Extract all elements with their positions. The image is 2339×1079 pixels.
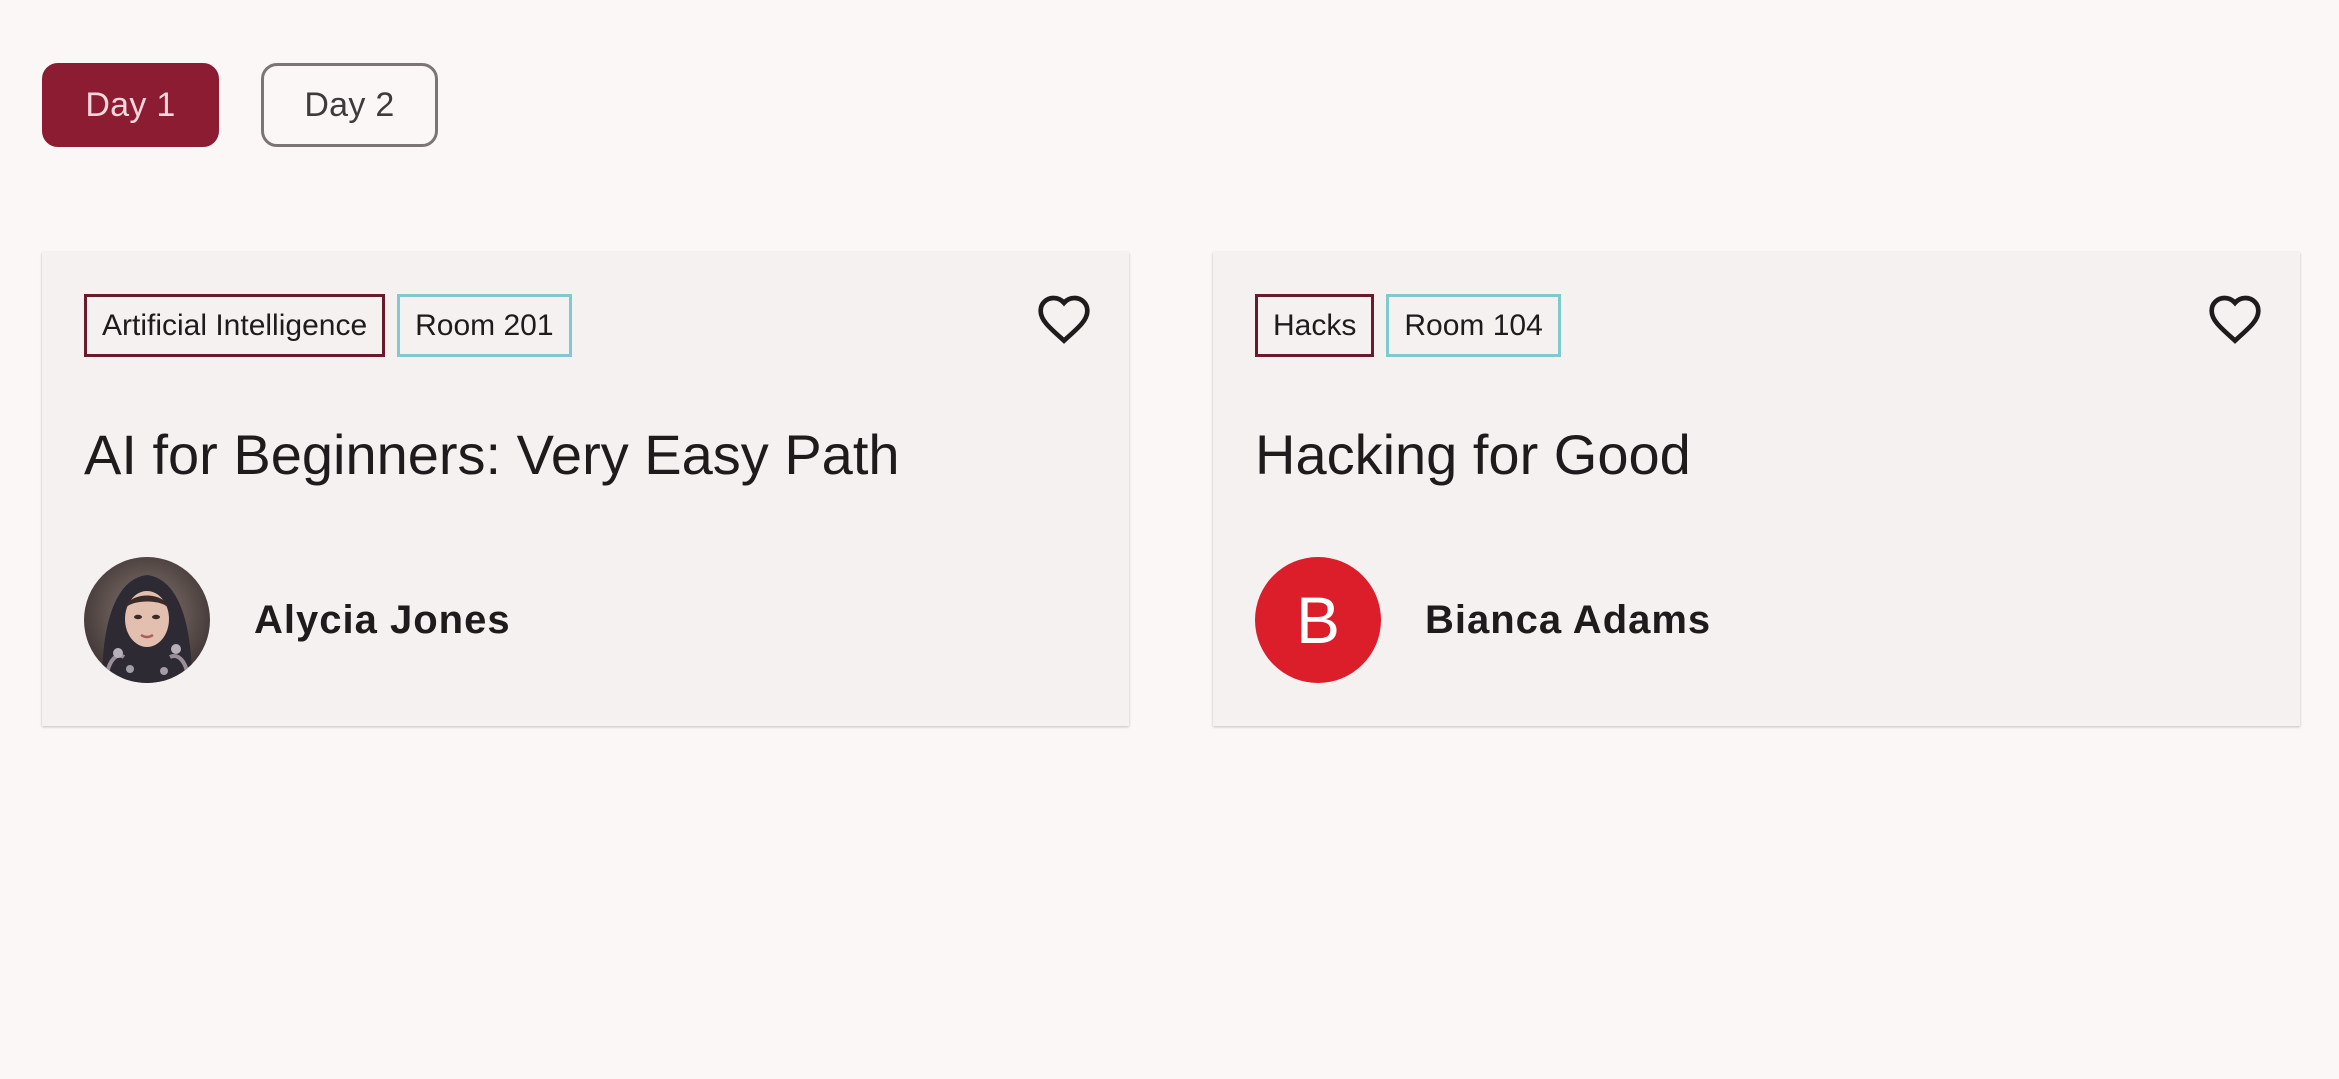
session-title: AI for Beginners: Very Easy Path [84,423,900,486]
room-tag: Room 104 [1386,294,1561,357]
session-list: Artificial Intelligence Room 201 AI for … [42,252,2300,726]
topic-tag: Hacks [1255,294,1375,357]
speaker-name: Alycia Jones [254,597,511,642]
speaker: Alycia Jones [84,557,511,683]
session-tags: Hacks Room 104 [1255,294,1561,357]
avatar-photo [84,557,210,683]
speaker-avatar [84,557,210,683]
favorite-button[interactable] [2204,288,2266,350]
session-title: Hacking for Good [1255,423,1691,486]
topic-tag: Artificial Intelligence [84,294,386,357]
speaker: B Bianca Adams [1255,557,1711,683]
speaker-name: Bianca Adams [1425,597,1712,642]
session-tags: Artificial Intelligence Room 201 [84,294,572,357]
speaker-avatar: B [1255,557,1381,683]
day-2-tab[interactable]: Day 2 [261,63,438,147]
day-1-tab[interactable]: Day 1 [42,63,219,147]
session-card[interactable]: Hacks Room 104 Hacking for Good B Bianca… [1213,252,2300,726]
room-tag: Room 201 [397,294,572,357]
day-tabs: Day 1 Day 2 [42,63,438,147]
favorite-button[interactable] [1033,288,1095,350]
heart-outline-icon [1038,295,1090,344]
session-card[interactable]: Artificial Intelligence Room 201 AI for … [42,252,1129,726]
heart-outline-icon [2209,295,2261,344]
